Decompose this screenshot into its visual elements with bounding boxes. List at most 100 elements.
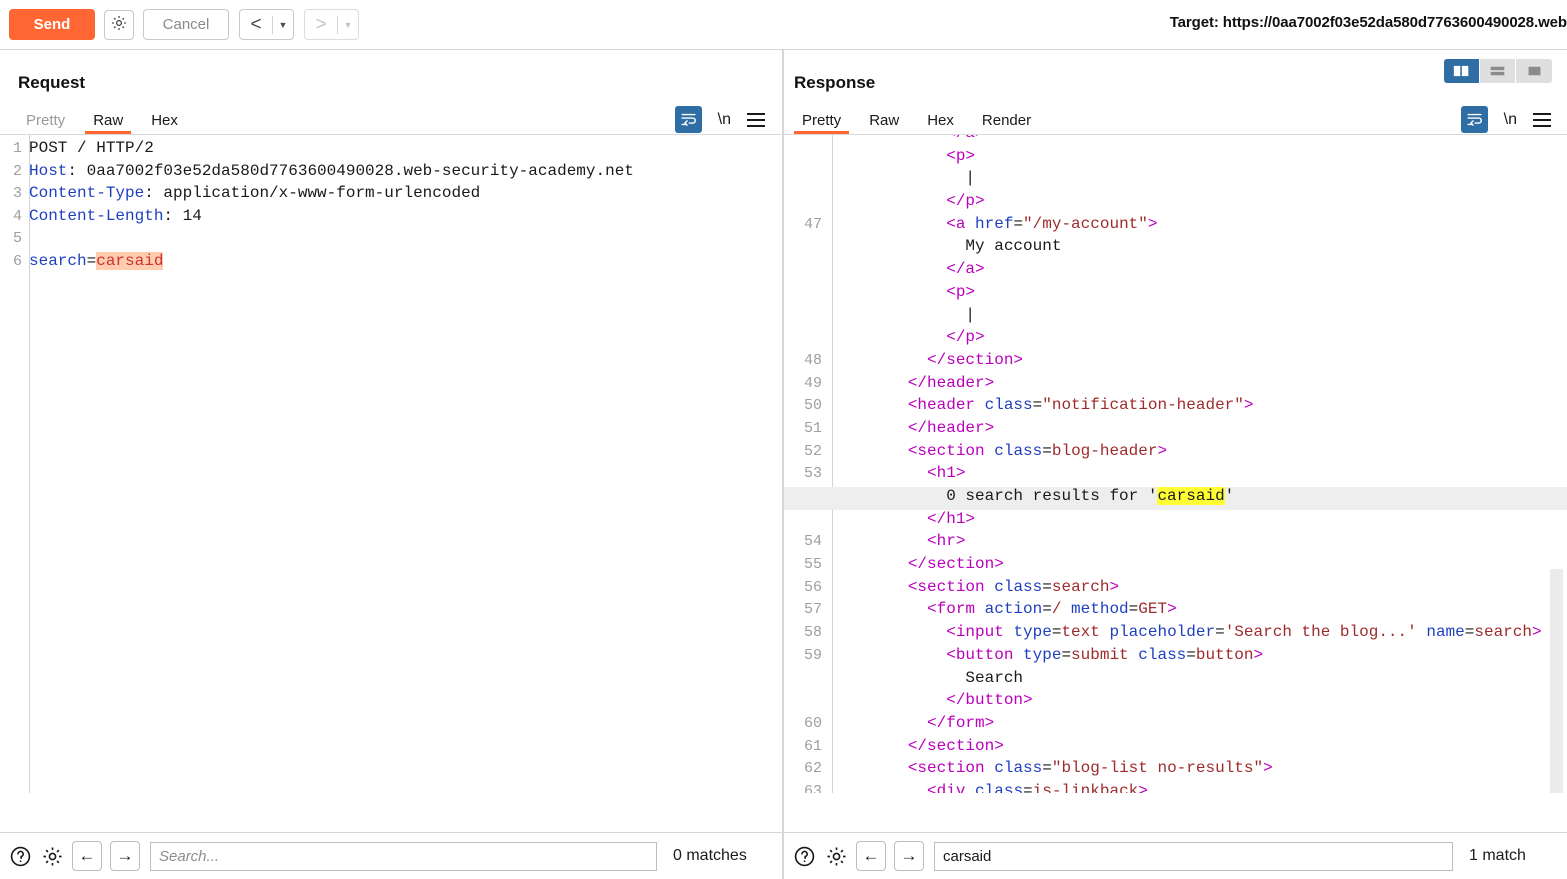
gear-icon[interactable] — [825, 845, 848, 868]
back-button-group[interactable]: < ▼ — [239, 9, 294, 40]
forward-button-group[interactable]: > ▼ — [304, 9, 359, 40]
code-line: | — [784, 306, 1567, 329]
code-text: Content-Type: application/x-www-form-url… — [29, 184, 782, 202]
token: "blog-list no-results" — [1052, 759, 1263, 777]
help-icon[interactable] — [9, 845, 32, 868]
code-text: </p> — [831, 192, 1567, 210]
token: <section — [908, 442, 994, 460]
token — [831, 600, 927, 618]
gear-icon[interactable] — [41, 845, 64, 868]
token: <input — [946, 623, 1013, 641]
code-line: 0 search results for 'carsaid' — [784, 487, 1567, 510]
param-highlight: carsaid — [96, 252, 163, 270]
token: search — [1052, 578, 1110, 596]
code-text: </header> — [831, 374, 1567, 392]
line-number: 55 — [784, 556, 831, 573]
response-search-input[interactable] — [934, 842, 1453, 871]
token: href — [975, 215, 1013, 233]
token: type — [1013, 623, 1051, 641]
token: <p> — [946, 147, 975, 165]
layout-stacked-button[interactable] — [1480, 59, 1516, 83]
token: > — [1263, 759, 1273, 777]
code-text: </h1> — [831, 510, 1567, 528]
line-number: 1 — [0, 140, 29, 157]
token — [831, 135, 946, 142]
token: class — [994, 759, 1042, 777]
newline-icon[interactable]: \n — [1504, 111, 1517, 129]
token: placeholder — [1109, 623, 1215, 641]
response-editor[interactable]: </a> <p> | </p>47 <a href="/my-account">… — [784, 135, 1567, 793]
search-next-button[interactable]: → — [110, 841, 140, 871]
tab-pretty[interactable]: Pretty — [788, 107, 855, 134]
back-arrow-icon[interactable]: < — [240, 15, 272, 34]
token: = — [1042, 600, 1052, 618]
token: GET — [1138, 600, 1167, 618]
tab-pretty[interactable]: Pretty — [12, 107, 79, 134]
tab-raw[interactable]: Raw — [855, 107, 913, 134]
token — [831, 555, 908, 573]
forward-dropdown-caret-icon[interactable]: ▼ — [338, 20, 358, 30]
token: = — [1052, 623, 1062, 641]
layout-side-by-side-button[interactable] — [1444, 59, 1480, 83]
token: POST / HTTP/2 — [29, 139, 154, 157]
token: </a> — [946, 260, 984, 278]
token: <header — [908, 396, 985, 414]
token: = — [1013, 215, 1023, 233]
code-text: </a> — [831, 260, 1567, 278]
token: Content-Length — [29, 207, 163, 225]
help-icon[interactable] — [793, 845, 816, 868]
code-line: </a> — [784, 260, 1567, 283]
code-line: 63 <div class=is-linkback> — [784, 782, 1567, 793]
code-text: <input type=text placeholder='Search the… — [831, 623, 1567, 641]
token: search — [1474, 623, 1532, 641]
code-text: My account — [831, 237, 1567, 255]
token: > — [1254, 646, 1264, 664]
hamburger-menu-icon[interactable] — [1533, 113, 1551, 127]
forward-arrow-icon[interactable]: > — [305, 15, 337, 34]
request-search-bar: ← → 0 matches — [0, 832, 782, 879]
tab-raw[interactable]: Raw — [79, 107, 137, 134]
code-text: <section class=blog-header> — [831, 442, 1567, 460]
search-prev-button[interactable]: ← — [72, 841, 102, 871]
code-text: Host: 0aa7002f03e52da580d7763600490028.w… — [29, 162, 782, 180]
code-line: 52 <section class=blog-header> — [784, 442, 1567, 465]
response-pane-icons: \n — [1461, 106, 1551, 133]
code-line: Search — [784, 669, 1567, 692]
tab-render[interactable]: Render — [968, 107, 1045, 134]
code-text: <p> — [831, 283, 1567, 301]
token — [831, 260, 946, 278]
hamburger-menu-icon[interactable] — [747, 113, 765, 127]
repeater-settings-button[interactable] — [104, 10, 134, 40]
line-number: 3 — [0, 185, 29, 202]
token: = — [1186, 646, 1196, 664]
search-prev-button[interactable]: ← — [856, 841, 886, 871]
back-dropdown-caret-icon[interactable]: ▼ — [273, 20, 293, 30]
code-line: 49 </header> — [784, 374, 1567, 397]
code-line: 50 <header class="notification-header"> — [784, 396, 1567, 419]
code-line: 48 </section> — [784, 351, 1567, 374]
word-wrap-icon[interactable] — [675, 106, 702, 133]
layout-single-pane-button[interactable] — [1516, 59, 1552, 83]
send-button[interactable]: Send — [9, 9, 95, 40]
cancel-button[interactable]: Cancel — [143, 9, 229, 40]
code-line: 59 <button type=submit class=button> — [784, 646, 1567, 669]
token: </h1> — [927, 510, 975, 528]
token: : 0aa7002f03e52da580d7763600490028.web-s… — [67, 162, 634, 180]
code-line: 61 </section> — [784, 737, 1567, 760]
target-url-label: Target: https://0aa7002f03e52da580d77636… — [1170, 14, 1567, 31]
code-text: </section> — [831, 555, 1567, 573]
request-search-input[interactable] — [150, 842, 657, 871]
tab-hex[interactable]: Hex — [913, 107, 968, 134]
line-number: 4 — [0, 208, 29, 225]
token — [831, 782, 927, 793]
token: Search — [831, 669, 1023, 687]
line-number: 48 — [784, 352, 831, 369]
request-editor[interactable]: 1POST / HTTP/22Host: 0aa7002f03e52da580d… — [0, 135, 782, 793]
token: </p> — [946, 328, 984, 346]
tab-hex[interactable]: Hex — [137, 107, 192, 134]
word-wrap-icon[interactable] — [1461, 106, 1488, 133]
response-scrollbar-thumb[interactable] — [1550, 569, 1563, 793]
search-next-button[interactable]: → — [894, 841, 924, 871]
newline-icon[interactable]: \n — [718, 111, 731, 129]
token — [831, 532, 927, 550]
